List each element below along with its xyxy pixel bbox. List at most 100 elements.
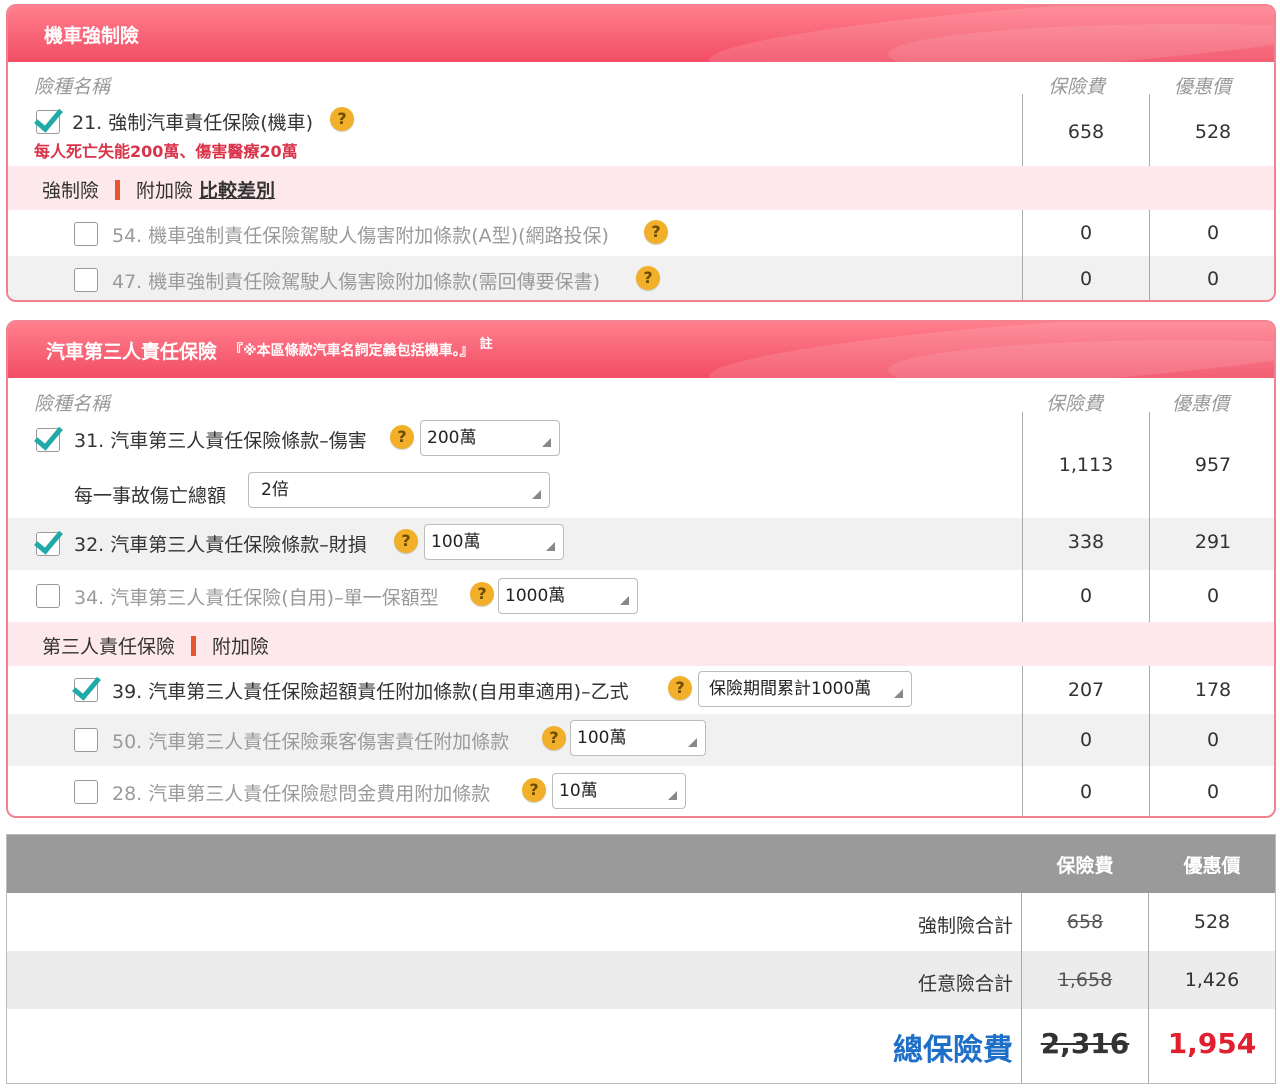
- select-arrow-icon: [546, 542, 555, 551]
- grand-total-row: 總保險費 2,316 1,954: [7, 1009, 1275, 1083]
- help-icon[interactable]: ?: [522, 778, 546, 802]
- item-39-discount: 178: [1194, 679, 1232, 701]
- select-value: 1000萬: [505, 586, 566, 606]
- compulsory-insurance-panel: 機車強制險 險種名稱 保險費 優惠價 21. 強制汽車責任保險(機車) ? 每人…: [6, 4, 1276, 302]
- panel-header: 機車強制險: [8, 6, 1274, 62]
- help-icon[interactable]: ?: [542, 726, 566, 750]
- item-31-discount: 957: [1194, 454, 1232, 476]
- item-34-premium: 0: [1079, 585, 1093, 607]
- table-row: 28. 汽車第三人責任保險慰問金費用附加條款 ? 10萬 0 0: [8, 766, 1274, 816]
- separator-bar: [191, 636, 197, 656]
- table-row: 險種名稱 保險費 優惠價 21. 強制汽車責任保險(機車) ? 每人死亡失能20…: [8, 62, 1274, 166]
- item-34-discount: 0: [1206, 585, 1220, 607]
- third-party-liability-panel: 汽車第三人責任保險 『※本區條款汽車名詞定義包括機車。』 註 險種名稱 保險費 …: [6, 320, 1276, 818]
- panel-header: 汽車第三人責任保險 『※本區條款汽車名詞定義包括機車。』 註: [8, 322, 1274, 378]
- item-21-premium: 658: [1067, 121, 1105, 143]
- select-value: 10萬: [559, 781, 598, 801]
- select-value: 100萬: [577, 728, 627, 748]
- item-39-premium: 207: [1067, 679, 1105, 701]
- item-32-discount: 291: [1194, 531, 1232, 553]
- grand-total-discount: 1,954: [1167, 1027, 1257, 1060]
- compare-link[interactable]: 比較差別: [199, 180, 275, 202]
- compare-heading: 強制險 附加險 比較差別: [42, 176, 275, 203]
- select-value: 2倍: [261, 480, 289, 500]
- select-arrow-icon: [532, 490, 541, 499]
- column-header-premium: 保險費: [1046, 393, 1104, 415]
- column-header-discount: 優惠價: [1174, 76, 1232, 98]
- section-divider-row: 第三人責任保險 附加險: [8, 622, 1274, 666]
- item-31-multiplier-select[interactable]: 2倍: [248, 472, 550, 508]
- optional-total-row: 任意險合計 1,658 1,426: [7, 951, 1275, 1009]
- item-21-coverage-note: 每人死亡失能200萬、傷害醫療20萬: [34, 142, 298, 161]
- item-39-checkbox[interactable]: [74, 678, 98, 702]
- table-row: 54. 機車強制責任保險駕駛人傷害附加條款(A型)(網路投保) ? 0 0: [8, 210, 1274, 256]
- addon-heading: 第三人責任保險 附加險: [42, 632, 269, 659]
- item-34-label: 34. 汽車第三人責任保險(自用)–單一保額型: [74, 587, 439, 609]
- item-47-discount: 0: [1206, 268, 1220, 290]
- help-icon[interactable]: ?: [470, 582, 494, 606]
- item-34-checkbox[interactable]: [36, 584, 60, 608]
- item-31-label: 31. 汽車第三人責任保險條款–傷害: [74, 430, 367, 452]
- grand-total-label: 總保險費: [893, 1033, 1013, 1068]
- item-31-amount-select[interactable]: 200萬: [420, 420, 560, 456]
- optional-total-premium: 1,658: [1057, 969, 1113, 991]
- help-icon[interactable]: ?: [644, 220, 668, 244]
- select-arrow-icon: [542, 438, 551, 447]
- totals-column-discount: 優惠價: [1183, 855, 1241, 877]
- compulsory-total-discount: 528: [1193, 911, 1231, 933]
- item-32-premium: 338: [1067, 531, 1105, 553]
- item-28-checkbox[interactable]: [74, 780, 98, 804]
- item-21-checkbox[interactable]: [36, 110, 60, 134]
- item-32-label: 32. 汽車第三人責任保險條款–財損: [74, 534, 367, 556]
- item-39-amount-select[interactable]: 保險期間累計1000萬: [698, 671, 912, 707]
- addon-label: 附加險: [136, 180, 194, 202]
- column-header-premium: 保險費: [1048, 76, 1106, 98]
- table-row: 39. 汽車第三人責任保險超額責任附加條款(自用車適用)–乙式 ? 保險期間累計…: [8, 666, 1274, 714]
- item-47-checkbox[interactable]: [74, 268, 98, 292]
- section-divider-row: 強制險 附加險 比較差別: [8, 166, 1274, 210]
- table-row: 險種名稱 保險費 優惠價 31. 汽車第三人責任保險條款–傷害 ? 200萬 每…: [8, 380, 1274, 518]
- help-icon[interactable]: ?: [330, 107, 354, 131]
- panel-title: 機車強制險: [44, 24, 140, 47]
- item-21-label: 21. 強制汽車責任保險(機車): [72, 112, 314, 134]
- select-arrow-icon: [620, 596, 629, 605]
- separator-bar: [115, 180, 121, 200]
- item-31-checkbox[interactable]: [36, 428, 60, 452]
- help-icon[interactable]: ?: [394, 529, 418, 553]
- item-50-label: 50. 汽車第三人責任保險乘客傷害責任附加條款: [112, 731, 510, 753]
- item-21-discount: 528: [1194, 121, 1232, 143]
- help-icon[interactable]: ?: [390, 425, 414, 449]
- help-icon[interactable]: ?: [636, 266, 660, 290]
- item-28-discount: 0: [1206, 781, 1220, 803]
- item-39-label: 39. 汽車第三人責任保險超額責任附加條款(自用車適用)–乙式: [112, 681, 629, 703]
- item-50-premium: 0: [1079, 729, 1093, 751]
- table-row: 32. 汽車第三人責任保險條款–財損 ? 100萬 338 291: [8, 518, 1274, 570]
- select-arrow-icon: [688, 738, 697, 747]
- item-28-amount-select[interactable]: 10萬: [552, 773, 686, 809]
- column-header-name: 險種名稱: [34, 76, 111, 98]
- footnote-mark[interactable]: 註: [480, 333, 493, 352]
- item-54-premium: 0: [1079, 222, 1093, 244]
- item-32-checkbox[interactable]: [36, 532, 60, 556]
- column-header-name: 險種名稱: [34, 393, 111, 415]
- select-arrow-icon: [894, 689, 903, 698]
- item-50-checkbox[interactable]: [74, 728, 98, 752]
- item-28-label: 28. 汽車第三人責任保險慰問金費用附加條款: [112, 783, 491, 805]
- compulsory-total-row: 強制險合計 658 528: [7, 893, 1275, 951]
- item-32-amount-select[interactable]: 100萬: [424, 524, 564, 560]
- table-row: 50. 汽車第三人責任保險乘客傷害責任附加條款 ? 100萬 0 0: [8, 714, 1274, 766]
- panel-subtitle: 『※本區條款汽車名詞定義包括機車。』: [229, 343, 474, 359]
- optional-total-discount: 1,426: [1184, 969, 1240, 991]
- third-party-label: 第三人責任保險: [42, 636, 176, 658]
- grand-total-premium: 2,316: [1040, 1027, 1130, 1060]
- panel-title: 汽車第三人責任保險: [46, 340, 218, 363]
- compulsory-total-premium: 658: [1066, 911, 1104, 933]
- item-34-amount-select[interactable]: 1000萬: [498, 578, 638, 614]
- help-icon[interactable]: ?: [668, 676, 692, 700]
- item-50-discount: 0: [1206, 729, 1220, 751]
- optional-total-label: 任意險合計: [917, 973, 1013, 995]
- item-50-amount-select[interactable]: 100萬: [570, 720, 706, 756]
- item-54-checkbox[interactable]: [74, 222, 98, 246]
- item-47-premium: 0: [1079, 268, 1093, 290]
- item-54-label: 54. 機車強制責任保險駕駛人傷害附加條款(A型)(網路投保): [112, 225, 609, 247]
